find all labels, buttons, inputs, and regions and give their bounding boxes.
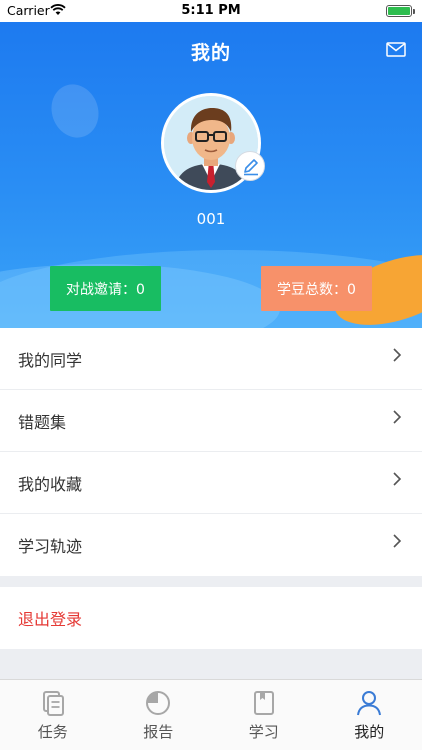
menu-item-label: 学习轨迹 [18,537,83,556]
chevron-right-icon [393,410,402,424]
decorative-bubble [44,77,106,145]
report-icon [146,691,171,715]
profile-icon [357,691,382,716]
menu-item-label: 我的同学 [18,350,83,370]
logout-label: 退出登录 [18,610,83,629]
tab-study[interactable]: 学习 [211,680,317,750]
chevron-right-icon [393,348,402,362]
page-title: 我的 [190,42,231,64]
menu-item-learning-track[interactable]: 学习轨迹 [0,514,422,576]
tab-report[interactable]: 报告 [106,680,212,750]
clock: 5:11 PM [181,3,241,18]
menu-item-favorites[interactable]: 我的收藏 [0,452,422,514]
menu-list: 我的同学 错题集 我的收藏 学习轨迹 [0,328,422,576]
status-bar: Carrier 5:11 PM [0,0,422,22]
bean-total-button[interactable]: 学豆总数：0 [261,266,372,311]
pencil-icon [244,159,258,176]
menu-item-mistakes[interactable]: 错题集 [0,390,422,452]
battery-icon [386,5,415,17]
chevron-right-icon [393,472,402,486]
task-icon [42,691,64,716]
chevron-right-icon [393,534,402,548]
logout-button[interactable]: 退出登录 [0,587,422,649]
mail-icon[interactable] [386,42,406,61]
menu-item-label: 我的收藏 [18,474,83,494]
profile-header: 我的 001 对战邀请：0 学豆总数：0 [0,22,422,328]
tab-bar: 任务 报告 学习 我的 [0,679,422,750]
menu-item-label: 错题集 [18,412,67,432]
tab-profile[interactable]: 我的 [317,680,422,750]
battle-invites-button[interactable]: 对战邀请：0 [50,266,161,311]
menu-item-classmates[interactable]: 我的同学 [0,328,422,390]
edit-avatar-button[interactable] [235,151,265,181]
user-id: 001 [196,210,226,228]
tab-label: 任务 [37,723,68,741]
tab-task[interactable]: 任务 [0,680,106,750]
tab-label: 学习 [248,723,279,741]
study-icon [253,691,274,715]
tab-label: 我的 [354,723,385,741]
tab-label: 报告 [143,723,174,741]
